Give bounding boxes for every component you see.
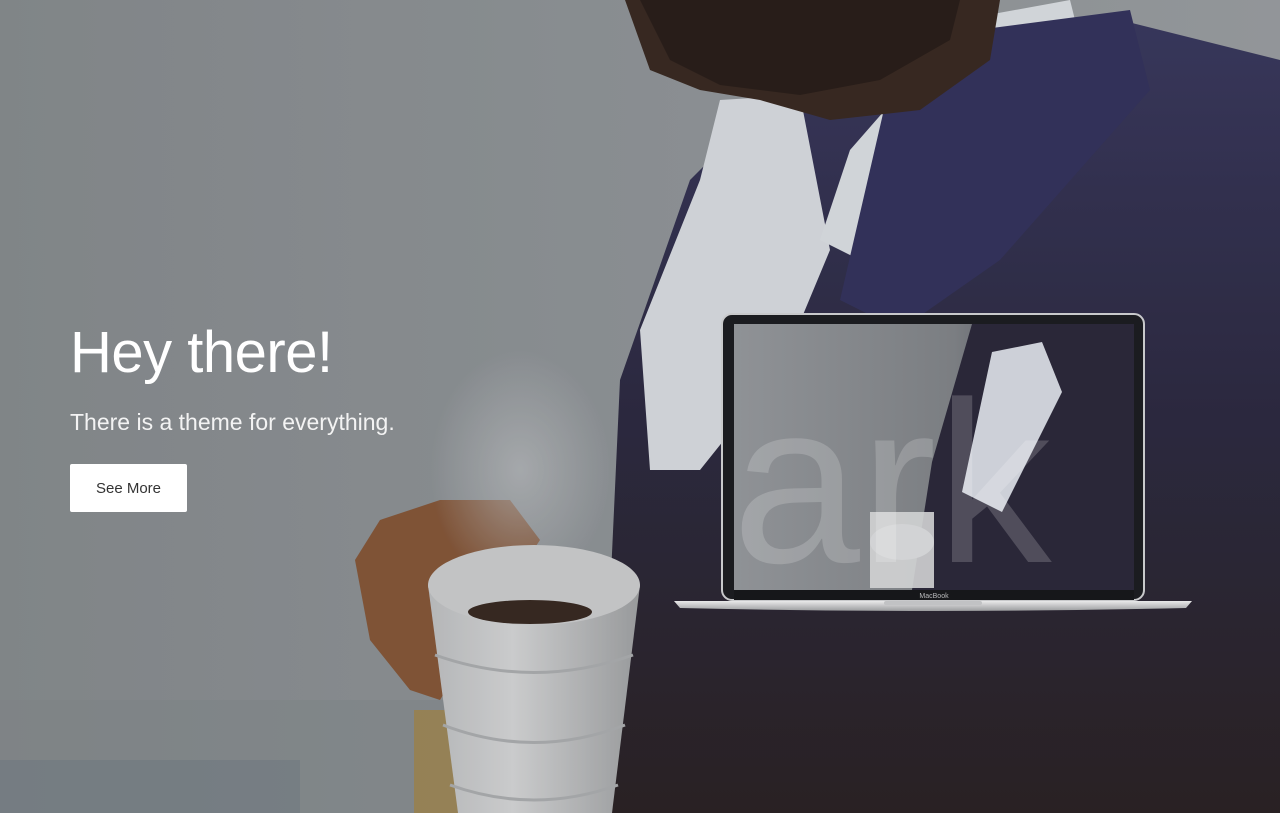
laptop-illustration: ark MacBook xyxy=(674,313,1192,611)
hero-subtitle: There is a theme for everything. xyxy=(70,409,395,435)
hero-title: Hey there! xyxy=(70,320,333,385)
hero-section: Hey there! There is a theme for everythi… xyxy=(0,0,1280,813)
screen-watermark-text: ark xyxy=(732,354,1053,611)
hero-content: Hey there! There is a theme for everythi… xyxy=(70,318,490,512)
see-more-button[interactable]: See More xyxy=(70,464,187,512)
laptop-brand-label: MacBook xyxy=(919,593,949,600)
laptop-mockup: ark MacBook xyxy=(672,312,1194,612)
